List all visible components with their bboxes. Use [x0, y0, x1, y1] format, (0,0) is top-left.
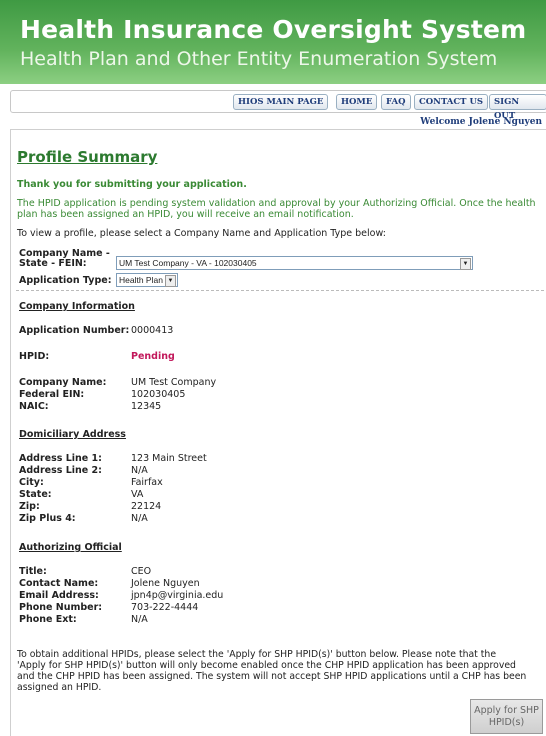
nav-faq[interactable]: FAQ: [381, 94, 411, 110]
notice-line-2: plan has been assigned an HPID, you will…: [17, 209, 354, 220]
email-value: jpn4p@virginia.edu: [131, 590, 224, 601]
chevron-down-icon: ▼: [460, 258, 471, 270]
company-name-label: Company Name:: [19, 377, 107, 388]
app-subtitle: Health Plan and Other Entity Enumeration…: [20, 48, 498, 70]
footer-line-1: To obtain additional HPIDs, please selec…: [17, 649, 497, 660]
city-value: Fairfax: [131, 477, 163, 488]
email-label: Email Address:: [19, 590, 99, 601]
company-info-heading: Company Information: [19, 301, 135, 312]
hpid-status: Pending: [131, 351, 175, 362]
contact-name-value: Jolene Nguyen: [131, 578, 200, 589]
fein-label: Federal EIN:: [19, 389, 85, 400]
address-line1-value: 123 Main Street: [131, 453, 207, 464]
header-divider: [10, 129, 546, 130]
fein-value: 102030405: [131, 389, 186, 400]
nav-sign-out[interactable]: SIGN OUT: [489, 94, 546, 121]
apply-button-line-2: HPID(s): [488, 716, 525, 728]
welcome-text: Welcome Jolene Nguyen: [420, 117, 542, 127]
notice-line-1: The HPID application is pending system v…: [17, 198, 536, 209]
nav-hios-main-page[interactable]: HIOS MAIN PAGE: [233, 94, 329, 110]
app-number-label: Application Number:: [19, 325, 130, 336]
state-value: VA: [131, 489, 144, 500]
zip4-value: N/A: [131, 513, 148, 524]
address-heading: Domiciliary Address: [19, 429, 126, 440]
content-border: [10, 129, 11, 736]
apptype-select[interactable]: Health Plan ▼: [116, 273, 178, 287]
official-heading: Authorizing Official: [19, 542, 122, 553]
footer-line-4: assigned an HPID.: [17, 682, 102, 693]
select-prompt: To view a profile, please select a Compa…: [17, 228, 386, 239]
nav-contact-us[interactable]: CONTACT US: [414, 94, 488, 110]
phone-label: Phone Number:: [19, 602, 103, 613]
company-name-value: UM Test Company: [131, 377, 217, 388]
chevron-down-icon: ▼: [165, 275, 176, 287]
address-line2-label: Address Line 2:: [19, 465, 102, 476]
phone-value: 703-222-4444: [131, 602, 199, 613]
zip4-label: Zip Plus 4:: [19, 513, 76, 524]
state-label: State:: [19, 489, 52, 500]
address-line2-value: N/A: [131, 465, 148, 476]
apptype-select-value: Health Plan: [119, 275, 163, 285]
official-title-value: CEO: [131, 566, 152, 577]
company-select-value: UM Test Company - VA - 102030405: [119, 258, 257, 268]
company-select-label: Company Name - State - FEIN:: [19, 248, 110, 269]
footer-line-3: and the CHP HPID has been assigned. The …: [17, 671, 527, 682]
city-label: City:: [19, 477, 44, 488]
zip-value: 22124: [131, 501, 162, 512]
app-title: Health Insurance Oversight System: [20, 15, 527, 44]
section-divider: [16, 290, 544, 291]
app-number-value: 0000413: [131, 325, 174, 336]
company-select[interactable]: UM Test Company - VA - 102030405 ▼: [116, 256, 473, 270]
phone-ext-label: Phone Ext:: [19, 614, 77, 625]
contact-name-label: Contact Name:: [19, 578, 99, 589]
official-title-label: Title:: [19, 566, 47, 577]
naic-value: 12345: [131, 401, 162, 412]
zip-label: Zip:: [19, 501, 40, 512]
app-header: Health Insurance Oversight System Health…: [0, 0, 546, 84]
nav-home[interactable]: HOME: [336, 94, 378, 110]
apply-shp-hpid-button[interactable]: Apply for SHP HPID(s): [470, 699, 543, 734]
naic-label: NAIC:: [19, 401, 49, 412]
hpid-label: HPID:: [19, 351, 50, 362]
thank-you-message: Thank you for submitting your applicatio…: [17, 179, 247, 190]
address-line1-label: Address Line 1:: [19, 453, 102, 464]
apptype-select-label: Application Type:: [19, 275, 112, 286]
footer-line-2: 'Apply for SHP HPID(s)' button will only…: [17, 660, 516, 671]
top-nav: HIOS MAIN PAGE HOME FAQ CONTACT US SIGN …: [10, 90, 546, 121]
apply-button-line-1: Apply for SHP: [474, 704, 539, 716]
page-title: Profile Summary: [17, 148, 158, 166]
phone-ext-value: N/A: [131, 614, 148, 625]
